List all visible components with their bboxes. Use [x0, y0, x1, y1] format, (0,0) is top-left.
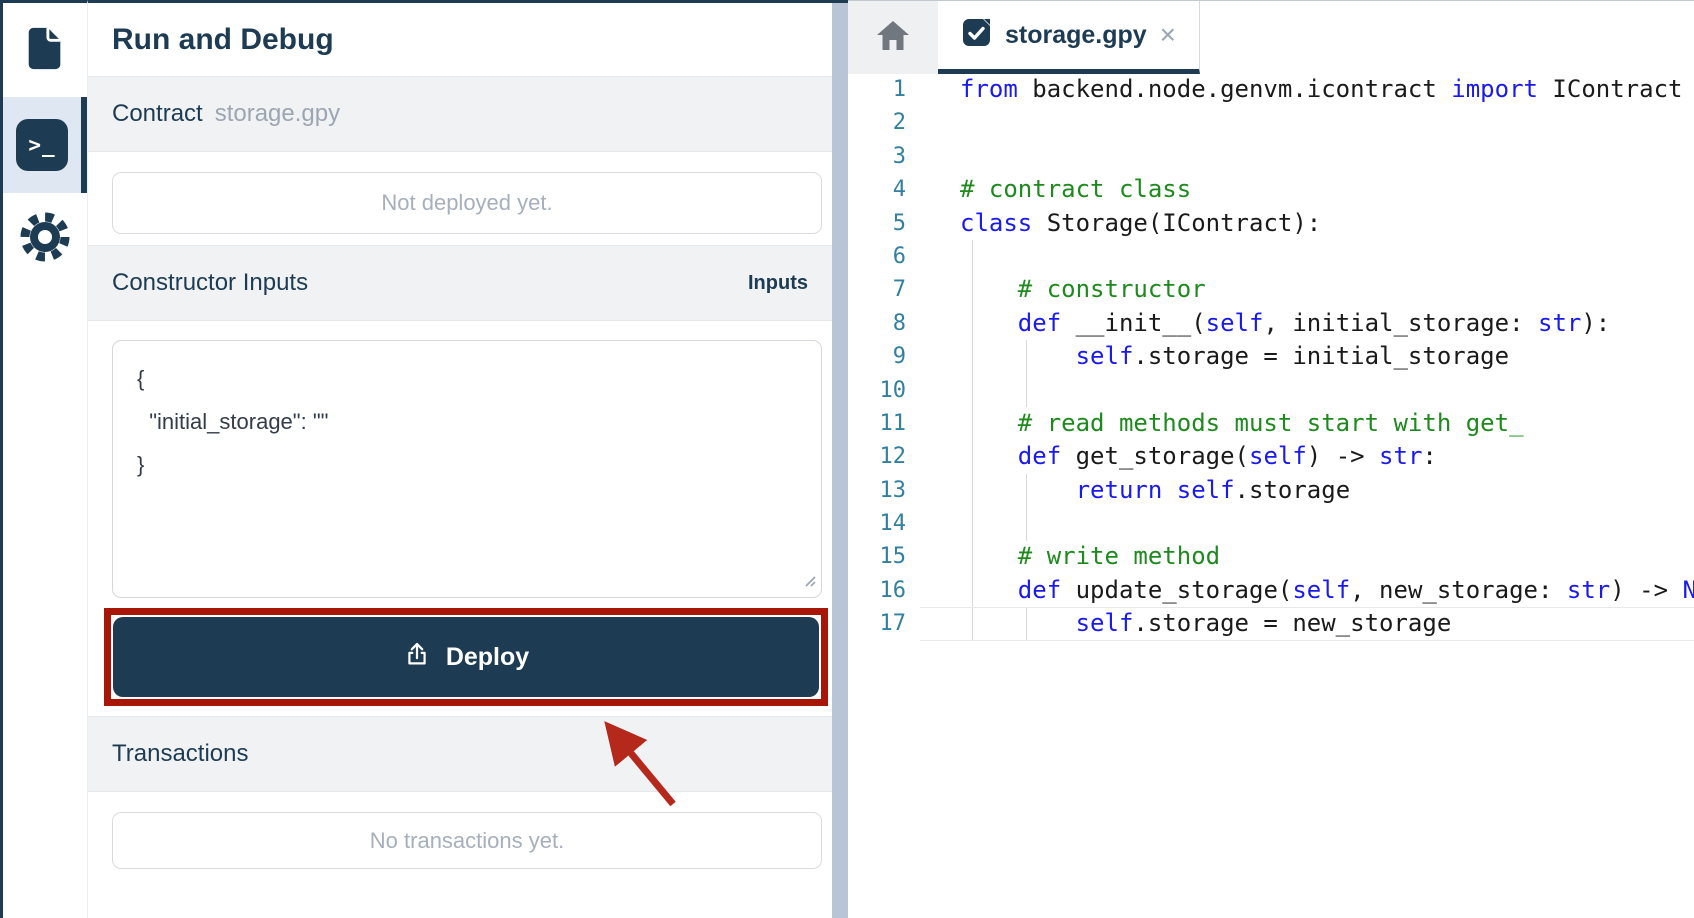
tab-storage-gpy[interactable]: storage.gpy ×: [938, 1, 1200, 74]
transactions-placeholder: No transactions yet.: [112, 812, 822, 869]
gear-icon: [19, 211, 71, 268]
sidebar-item-files[interactable]: [3, 21, 87, 79]
close-icon[interactable]: ×: [1160, 21, 1176, 49]
deployed-contract-placeholder: Not deployed yet.: [112, 172, 822, 234]
code-scroll-area[interactable]: 1234567891011121314151617 from backend.n…: [848, 73, 1694, 918]
code-line[interactable]: # read methods must start with get_: [960, 407, 1694, 440]
home-tab-block: [848, 1, 938, 74]
line-number: 15: [848, 540, 906, 573]
code-editor: storage.gpy × 1234567891011121314151617 …: [848, 0, 1694, 918]
constructor-inputs-header: Constructor Inputs Inputs: [88, 245, 832, 321]
line-number: 2: [848, 106, 906, 139]
inputs-toggle-button[interactable]: Inputs: [748, 272, 808, 295]
activity-bar: >_: [3, 0, 88, 918]
deploy-button-label: Deploy: [446, 643, 529, 672]
run-and-debug-panel: Run and Debug Contract storage.gpy Not d…: [88, 0, 832, 918]
indent-guide: [1026, 474, 1027, 541]
line-number: 3: [848, 140, 906, 173]
panel-resize-divider[interactable]: [832, 0, 848, 918]
contract-filename: storage.gpy: [215, 100, 340, 128]
file-icon: [22, 25, 68, 76]
constructor-inputs-label: Constructor Inputs: [112, 269, 308, 297]
code-line[interactable]: def get_storage(self) -> str:: [960, 440, 1694, 473]
home-button[interactable]: [874, 18, 912, 57]
code-line[interactable]: from backend.node.genvm.icontract import…: [960, 73, 1694, 106]
constructor-inputs-json-field[interactable]: { "initial_storage": "" }: [112, 340, 822, 598]
code-line[interactable]: def update_storage(self, new_storage: st…: [960, 574, 1694, 607]
line-number: 17: [848, 607, 906, 640]
line-number: 8: [848, 307, 906, 340]
upload-icon: [403, 640, 431, 675]
home-icon: [874, 18, 912, 57]
sidebar-item-run-debug[interactable]: >_: [3, 97, 87, 193]
line-number: 5: [848, 207, 906, 240]
code-line[interactable]: [960, 140, 1694, 173]
line-number-gutter: 1234567891011121314151617: [848, 73, 920, 918]
code-line[interactable]: return self.storage: [960, 474, 1694, 507]
deploy-highlight-annotation: Deploy: [104, 608, 828, 706]
file-check-icon: [961, 17, 992, 53]
code-line[interactable]: [960, 374, 1694, 407]
line-number: 11: [848, 407, 906, 440]
line-number: 16: [848, 574, 906, 607]
code-line[interactable]: # write method: [960, 540, 1694, 573]
line-number: 9: [848, 340, 906, 373]
code-line[interactable]: [960, 507, 1694, 540]
terminal-glyph: >_: [28, 133, 55, 157]
constructor-inputs-editor-wrap: { "initial_storage": "" }: [112, 340, 822, 598]
line-number: 10: [848, 374, 906, 407]
line-number: 13: [848, 474, 906, 507]
tab-label: storage.gpy: [1005, 21, 1147, 50]
sidebar-item-settings[interactable]: [3, 209, 87, 269]
code-line[interactable]: self.storage = new_storage: [960, 607, 1694, 640]
code-line[interactable]: [960, 106, 1694, 139]
code-line[interactable]: def __init__(self, initial_storage: str)…: [960, 307, 1694, 340]
line-number: 14: [848, 507, 906, 540]
line-number: 6: [848, 240, 906, 273]
line-number: 1: [848, 73, 906, 106]
transactions-label: Transactions: [112, 740, 249, 768]
editor-tab-bar: storage.gpy ×: [848, 0, 1694, 73]
code-line[interactable]: class Storage(IContract):: [960, 207, 1694, 240]
code-line[interactable]: # contract class: [960, 173, 1694, 206]
code-content[interactable]: from backend.node.genvm.icontract import…: [920, 73, 1694, 918]
line-number: 12: [848, 440, 906, 473]
contract-section-header: Contract storage.gpy: [88, 76, 832, 152]
code-line[interactable]: [960, 240, 1694, 273]
panel-title: Run and Debug: [88, 3, 832, 76]
terminal-icon: >_: [16, 119, 68, 171]
indent-guide: [1026, 340, 1027, 407]
line-number: 4: [848, 173, 906, 206]
app-window: >_ Run and Debug Contract storage.gpy No…: [0, 0, 1694, 918]
indent-guide: [1026, 607, 1027, 640]
transactions-section-header: Transactions: [88, 716, 832, 792]
code-line[interactable]: # constructor: [960, 273, 1694, 306]
code-line[interactable]: self.storage = initial_storage: [960, 340, 1694, 373]
contract-label: Contract: [112, 100, 203, 128]
indent-guide: [972, 240, 973, 641]
deploy-button[interactable]: Deploy: [113, 617, 819, 697]
line-number: 7: [848, 273, 906, 306]
